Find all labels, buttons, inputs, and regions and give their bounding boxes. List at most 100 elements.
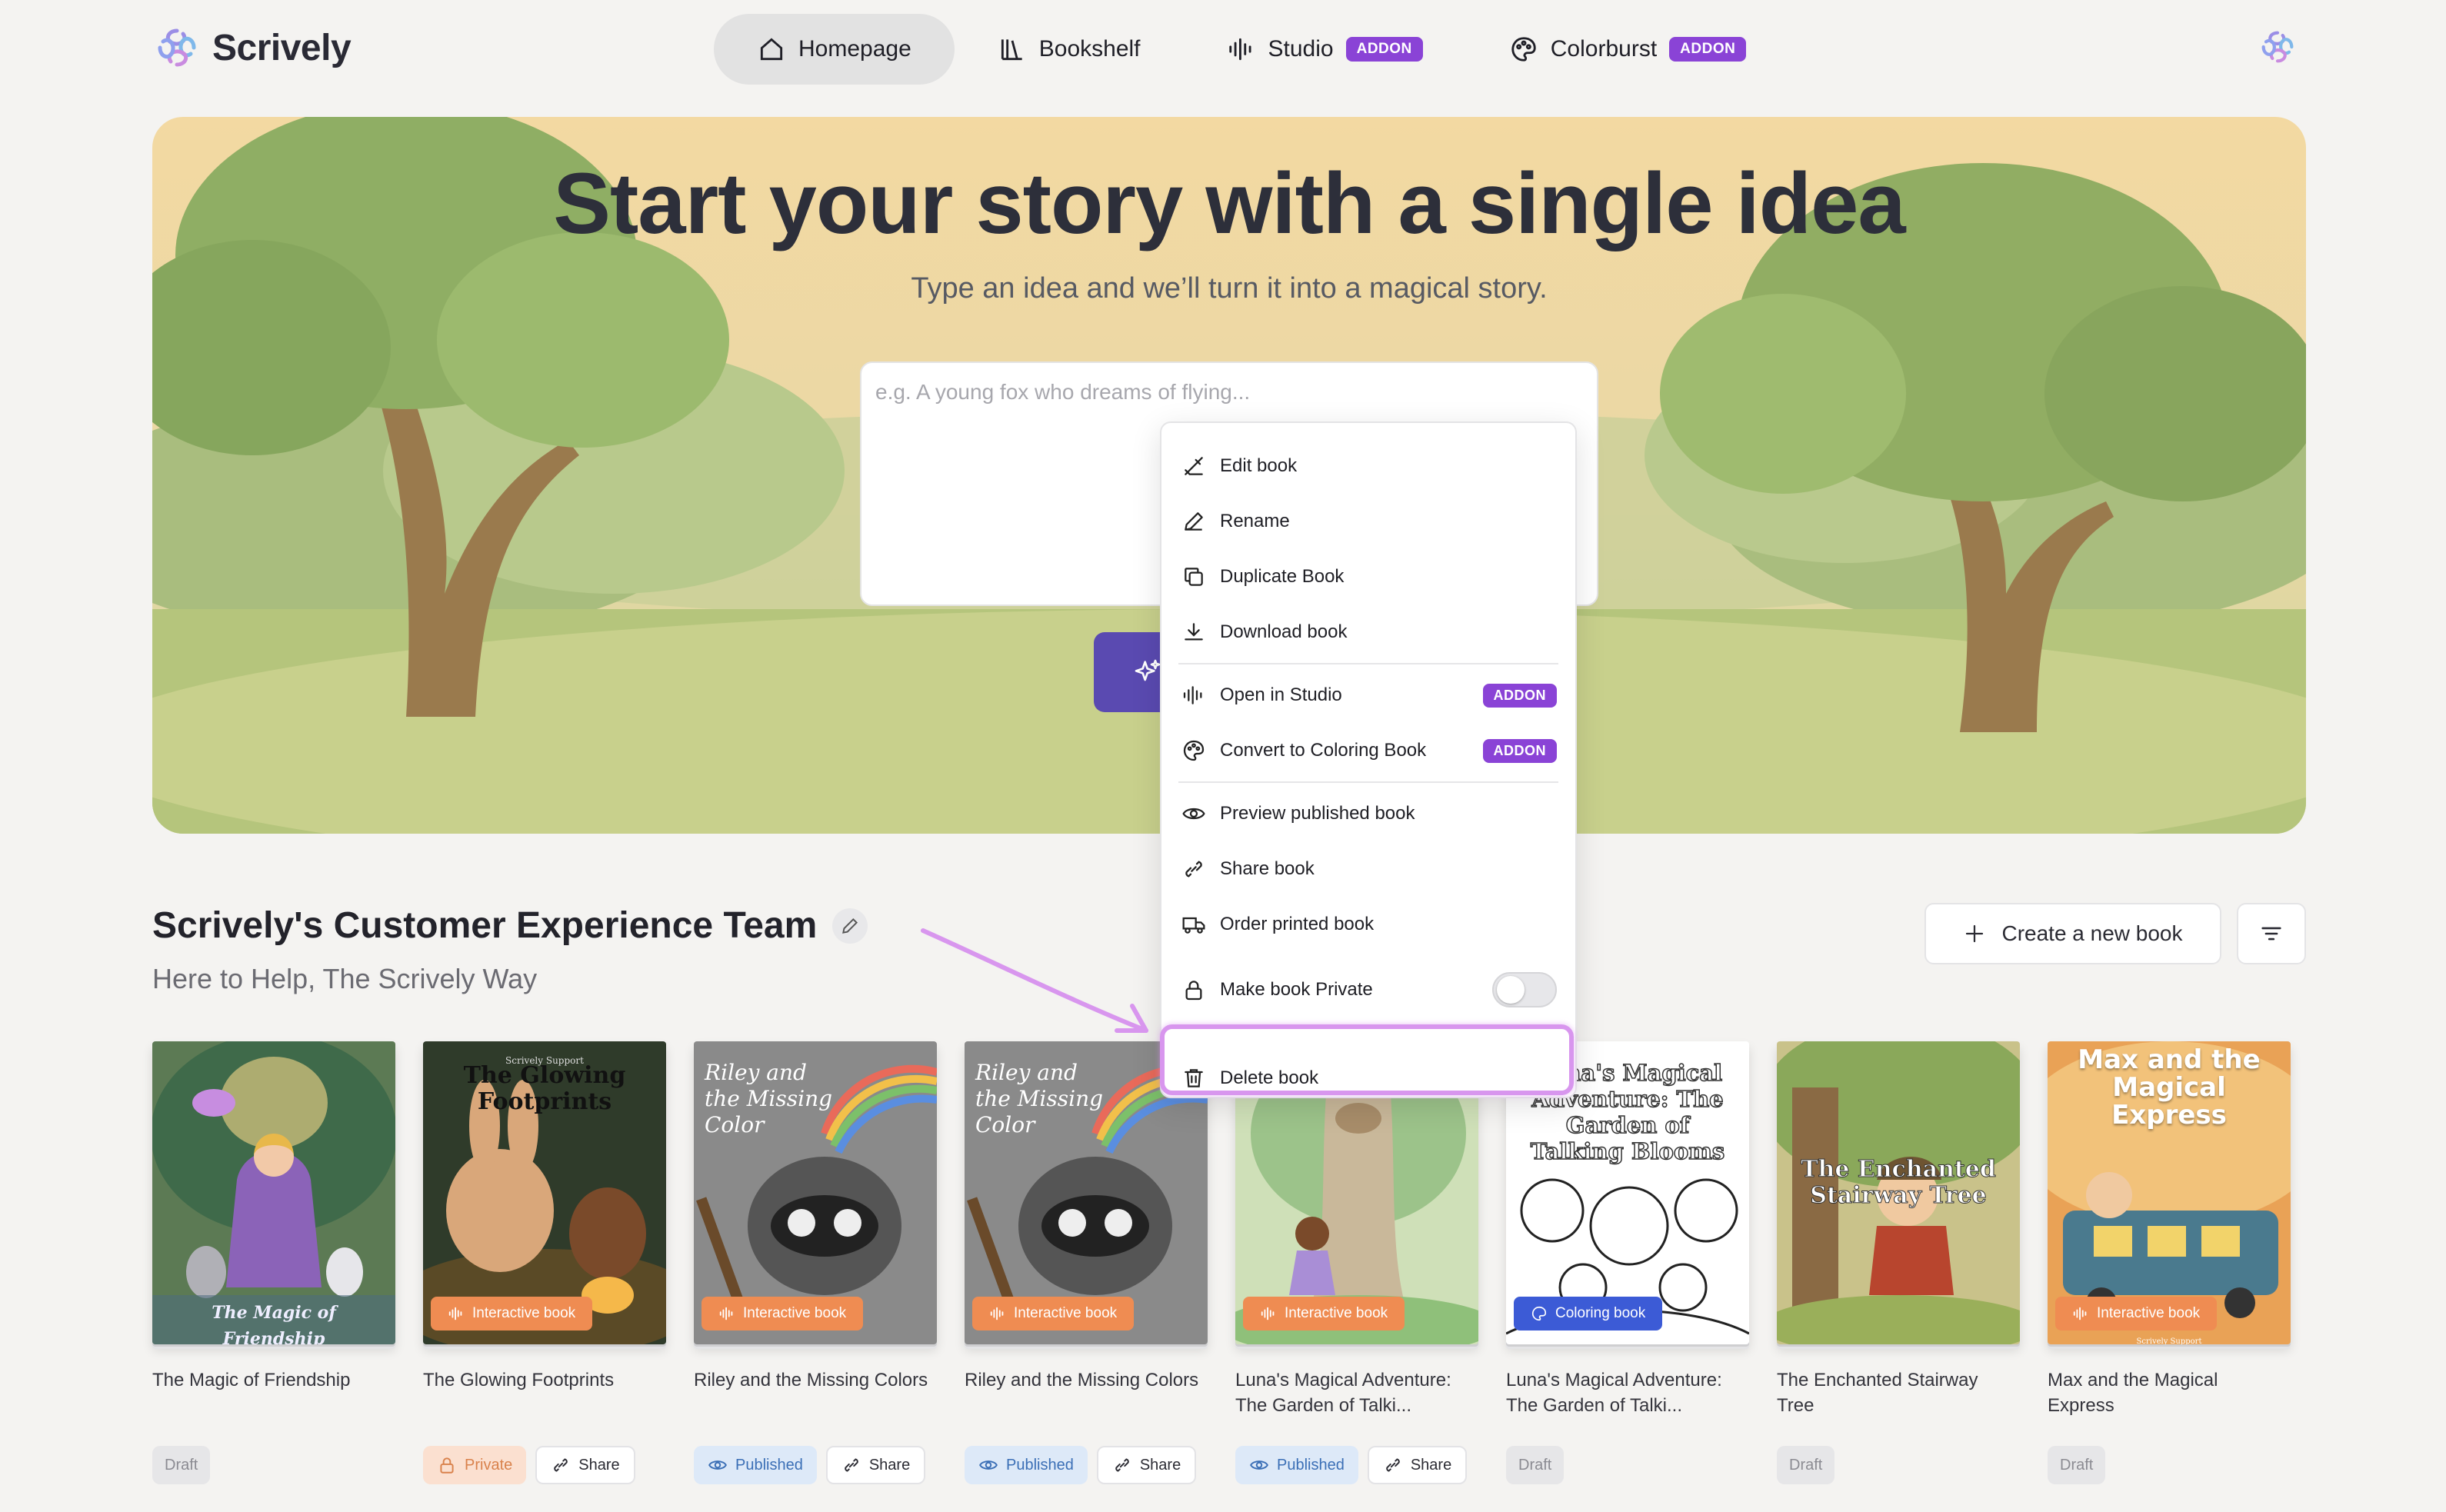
trash-icon	[1185, 1069, 1203, 1087]
menu-item-edit-book[interactable]: Edit book	[1161, 438, 1575, 494]
create-new-book-button[interactable]: Create a new book	[1924, 903, 2221, 964]
menu-item-label: Make book Private	[1220, 979, 1373, 1000]
menu-item-duplicate[interactable]: Duplicate Book	[1161, 549, 1575, 604]
book-title: Riley and the Missing Colors	[694, 1370, 928, 1390]
team-title: Scrively's Customer Experience Team	[152, 905, 818, 946]
book-title: The Glowing Footprints	[423, 1370, 615, 1390]
book-card[interactable]: Max and the Magical Express Interactive …	[2048, 1041, 2294, 1484]
menu-item-label: Rename	[1220, 511, 1290, 531]
cover-small-text: Scrively Support	[2136, 1337, 2202, 1344]
hero-title: Start your story with a single idea	[553, 155, 1905, 251]
book-card[interactable]: The Magic of Friendship The Magic of Fri…	[152, 1041, 398, 1484]
book-cover[interactable]: Riley and the Missing Color Interactive …	[694, 1041, 937, 1344]
menu-item-delete-book[interactable]: Delete book	[1161, 1051, 1575, 1106]
menu-item-label: Open in Studio	[1220, 684, 1342, 705]
book-cover[interactable]: Max and the Magical Express Interactive …	[2048, 1041, 2291, 1344]
book-cover[interactable]: Scrively Support The Glowing Footprints …	[423, 1041, 666, 1344]
status-badge[interactable]: Published	[965, 1446, 1088, 1484]
book-type-chip: Interactive book	[431, 1297, 593, 1330]
link-icon	[845, 1458, 858, 1472]
menu-item-preview[interactable]: Preview published book	[1161, 786, 1575, 841]
brand-name: Scrively	[212, 27, 352, 68]
status-badge: Draft	[1506, 1446, 1565, 1484]
book-cover[interactable]: The Enchanted Stairway Tree	[1777, 1041, 2020, 1344]
book-card[interactable]: Riley and the Missing Color Interactive …	[965, 1041, 1211, 1484]
book-card[interactable]: Riley and the Missing Color Interactive …	[694, 1041, 940, 1484]
menu-item-make-private[interactable]: Make book Private	[1161, 952, 1575, 1027]
lock-icon	[1185, 981, 1202, 1001]
link-icon	[1185, 861, 1202, 878]
eye-icon	[708, 1460, 727, 1470]
book-card[interactable]: Interactive book Luna's Magical Adventur…	[1235, 1041, 1481, 1484]
logo[interactable]: Scrively	[154, 25, 352, 71]
palette-icon	[1511, 37, 1536, 62]
book-actions: Published Share	[1235, 1446, 1481, 1484]
book-card[interactable]: Scrively Support The Glowing Footprints …	[423, 1041, 669, 1484]
book-actions: Draft	[152, 1446, 398, 1484]
copy-icon	[1185, 568, 1203, 586]
share-button[interactable]: Share	[1096, 1446, 1197, 1484]
menu-item-label: Preview published book	[1220, 803, 1415, 824]
menu-item-label: Duplicate Book	[1220, 566, 1345, 587]
chip-label: Interactive book	[1285, 1305, 1388, 1321]
book-actions: Private Share	[423, 1446, 669, 1484]
edit-team-name-button[interactable]	[832, 908, 868, 944]
palette-icon	[1531, 1306, 1547, 1321]
book-actions: Draft	[1777, 1446, 2023, 1484]
plus-icon	[1966, 924, 1984, 943]
team-subtitle: Here to Help, The Scrively Way	[152, 963, 538, 994]
private-toggle[interactable]	[1492, 972, 1557, 1007]
scrively-logo-icon[interactable]	[2258, 28, 2297, 66]
edit-book-icon	[1185, 457, 1203, 475]
tab-label: Bookshelf	[1038, 36, 1141, 62]
share-button[interactable]: Share	[535, 1446, 635, 1484]
status-badge[interactable]: Private	[423, 1446, 527, 1484]
link-icon	[554, 1458, 568, 1472]
book-title: The Magic of Friendship	[152, 1370, 351, 1390]
menu-item-order-print[interactable]: Order printed book	[1161, 897, 1575, 952]
status-badge: Draft	[152, 1446, 211, 1484]
book-type-chip: Interactive book	[1243, 1297, 1405, 1330]
lock-icon	[440, 1457, 454, 1474]
menu-item-convert-coloring[interactable]: Convert to Coloring Book ADDON	[1161, 723, 1575, 778]
waveform-icon	[990, 1307, 1004, 1321]
tab-homepage[interactable]: Homepage	[714, 14, 955, 85]
books-icon	[1001, 39, 1022, 61]
book-cover[interactable]: The Magic of Friendship	[152, 1041, 395, 1344]
tab-colorburst[interactable]: Colorburst ADDON	[1466, 14, 1790, 85]
book-title: Luna's Magical Adventure: The Garden of …	[1235, 1370, 1451, 1416]
book-type-chip: Interactive book	[2055, 1297, 2218, 1330]
book-type-chip: Interactive book	[972, 1297, 1135, 1330]
status-badge[interactable]: Published	[1235, 1446, 1358, 1484]
share-label: Share	[1410, 1456, 1452, 1474]
book-title: Luna's Magical Adventure: The Garden of …	[1506, 1370, 1722, 1416]
book-actions: Published Share	[694, 1446, 940, 1484]
menu-item-open-in-studio[interactable]: Open in Studio ADDON	[1161, 668, 1575, 723]
chip-label: Interactive book	[472, 1305, 576, 1321]
book-card[interactable]: The Enchanted Stairway Tree The Enchante…	[1777, 1041, 2023, 1484]
waveform-icon	[448, 1307, 462, 1321]
menu-item-download[interactable]: Download book	[1161, 604, 1575, 660]
menu-item-share[interactable]: Share book	[1161, 841, 1575, 897]
scrively-logo-icon	[158, 28, 196, 67]
book-card[interactable]: Luna's Magical Adventure: The Garden of …	[1506, 1041, 1752, 1484]
tab-studio[interactable]: Studio ADDON	[1184, 14, 1466, 85]
nav-tabs: Homepage Bookshelf Studio ADDON Colorbur…	[714, 14, 1789, 85]
filter-icon	[2261, 927, 2281, 941]
tab-label: Homepage	[798, 36, 911, 62]
annotation-arrow-icon	[921, 928, 1148, 1033]
share-button[interactable]: Share	[1367, 1446, 1468, 1484]
cover-title: Max and the Magical Express	[2078, 1044, 2261, 1131]
status-badge[interactable]: Published	[694, 1446, 817, 1484]
menu-divider	[1178, 663, 1558, 664]
tab-bookshelf[interactable]: Bookshelf	[955, 14, 1184, 85]
book-type-chip: Interactive book	[701, 1297, 864, 1330]
filter-button[interactable]	[2237, 903, 2306, 964]
chip-label: Interactive book	[1014, 1305, 1118, 1321]
waveform-icon	[2073, 1307, 2087, 1321]
menu-item-label: Convert to Coloring Book	[1220, 740, 1427, 761]
share-button[interactable]: Share	[825, 1446, 926, 1484]
menu-item-rename[interactable]: Rename	[1161, 494, 1575, 549]
waveform-icon	[1261, 1307, 1275, 1321]
palette-icon	[1183, 740, 1205, 761]
